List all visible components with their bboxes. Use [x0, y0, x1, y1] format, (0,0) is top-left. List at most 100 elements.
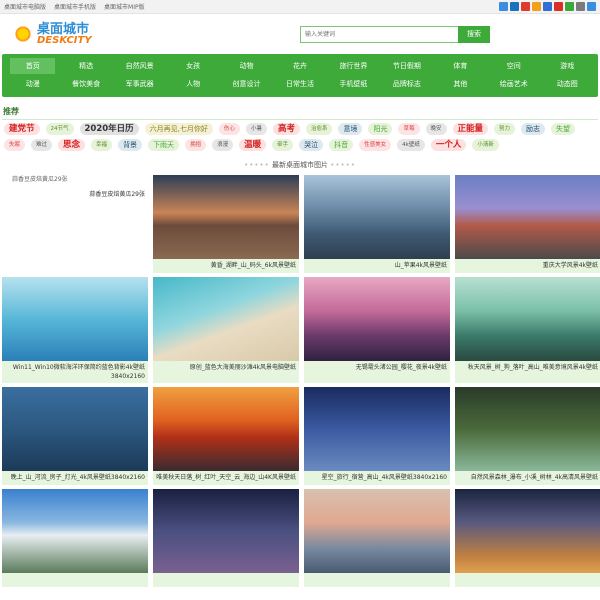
- recommend-tag[interactable]: 高考: [272, 123, 300, 135]
- recommend-tag[interactable]: 建党节: [4, 123, 40, 135]
- wallpaper-thumbnail[interactable]: [304, 175, 450, 259]
- recommend-tag[interactable]: 励志: [521, 123, 546, 135]
- wallpaper-card[interactable]: 自然风景森林_瀑布_小溪_树林_4k高清风景壁纸: [455, 387, 600, 485]
- wallpaper-thumbnail[interactable]: [2, 277, 148, 361]
- recommend-tag[interactable]: 幸福: [91, 139, 113, 151]
- share-icon[interactable]: [543, 2, 552, 11]
- nav-item[interactable]: 精选: [59, 58, 112, 74]
- nav-item[interactable]: 空间: [487, 58, 540, 74]
- wallpaper-thumbnail[interactable]: [455, 489, 600, 573]
- wallpaper-card[interactable]: 无锡鼋头渚公园_樱花_夜景4k壁纸: [304, 277, 450, 383]
- wallpaper-thumbnail[interactable]: [2, 387, 148, 471]
- recommend-tag[interactable]: 晚安: [425, 123, 447, 135]
- recommend-tag[interactable]: 六月再见,七月你好: [144, 123, 213, 135]
- wallpaper-card[interactable]: 蒜香豆皮焙黄瓜29张 蒜香豆皮焙黄瓜29张: [2, 175, 148, 273]
- share-icon[interactable]: [576, 2, 585, 11]
- wallpaper-thumbnail[interactable]: [153, 387, 299, 471]
- recommend-tag[interactable]: 失眠: [4, 139, 26, 151]
- nav-item[interactable]: 人物: [166, 76, 219, 92]
- recommend-tag[interactable]: 伤心: [218, 123, 240, 135]
- wallpaper-thumbnail[interactable]: [2, 489, 148, 573]
- wallpaper-card[interactable]: 唯美秋天日落_树_红叶_天空_云_海边_山4K风景壁纸: [153, 387, 299, 485]
- wallpaper-card[interactable]: 秋天风景_树_狗_落叶_高山_唯美意境风景4k壁纸: [455, 277, 600, 383]
- nav-item[interactable]: 体育: [434, 58, 487, 74]
- recommend-tag[interactable]: 背景: [118, 139, 143, 151]
- wallpaper-caption[interactable]: [304, 573, 450, 587]
- recommend-tag[interactable]: 哭泣: [299, 139, 324, 151]
- wallpaper-caption[interactable]: [2, 573, 148, 587]
- wallpaper-thumbnail[interactable]: [455, 175, 600, 259]
- wallpaper-card[interactable]: [153, 489, 299, 587]
- wallpaper-thumbnail[interactable]: [304, 387, 450, 471]
- wallpaper-caption[interactable]: 山_苹果4k风景壁纸: [304, 259, 450, 273]
- recommend-tag[interactable]: 正能量: [452, 123, 489, 135]
- nav-item[interactable]: 女孩: [166, 58, 219, 74]
- recommend-tag[interactable]: 牵手: [272, 139, 294, 151]
- recommend-tag[interactable]: 性感美女: [359, 139, 392, 151]
- recommend-tag[interactable]: 难过: [31, 139, 53, 151]
- wallpaper-thumbnail[interactable]: [304, 277, 450, 361]
- nav-item[interactable]: 手机壁纸: [327, 76, 380, 92]
- search-button[interactable]: 搜索: [458, 25, 490, 43]
- nav-item[interactable]: 绘画艺术: [487, 76, 540, 92]
- wallpaper-caption[interactable]: 星空_旅行_宿营_高山_4k风景壁纸3840x2160: [304, 471, 450, 485]
- share-icon[interactable]: [510, 2, 519, 11]
- wallpaper-caption[interactable]: 无锡鼋头渚公园_樱花_夜景4k壁纸: [304, 361, 450, 375]
- wallpaper-card[interactable]: [2, 489, 148, 587]
- wallpaper-caption[interactable]: [153, 573, 299, 587]
- nav-item[interactable]: 花卉: [273, 58, 326, 74]
- wallpaper-card[interactable]: [304, 489, 450, 587]
- recommend-tag[interactable]: 温暖: [239, 139, 267, 151]
- recommend-tag[interactable]: 努力: [494, 123, 516, 135]
- recommend-tag[interactable]: 抖音: [329, 139, 354, 151]
- recommend-tag[interactable]: 24节气: [45, 123, 74, 135]
- nav-item[interactable]: 游戏: [541, 58, 594, 74]
- nav-item[interactable]: 节日假期: [380, 58, 433, 74]
- recommend-tag[interactable]: 浪漫: [212, 139, 234, 151]
- recommend-tag[interactable]: 治愈系: [305, 123, 333, 135]
- nav-item[interactable]: 其他: [434, 76, 487, 92]
- nav-item[interactable]: 军事武器: [113, 76, 166, 92]
- nav-item[interactable]: 动漫: [6, 76, 59, 92]
- nav-item[interactable]: 自然风景: [113, 58, 166, 74]
- share-icon[interactable]: [521, 2, 530, 11]
- broken-image[interactable]: 蒜香豆皮焙黄瓜29张: [2, 175, 148, 188]
- wallpaper-caption[interactable]: 唯美秋天日落_树_红叶_天空_云_海边_山4K风景壁纸: [153, 471, 299, 485]
- recommend-tag[interactable]: 拥抱: [185, 139, 207, 151]
- recommend-tag[interactable]: 阳光: [368, 123, 393, 135]
- wallpaper-thumbnail[interactable]: [304, 489, 450, 573]
- nav-item[interactable]: 动态图: [541, 76, 594, 92]
- recommend-tag[interactable]: 意境: [338, 123, 363, 135]
- wallpaper-card[interactable]: 星空_旅行_宿营_高山_4k风景壁纸3840x2160: [304, 387, 450, 485]
- search-input[interactable]: [300, 25, 458, 43]
- wallpaper-card[interactable]: 原创_蓝色大海美丽沙滩4k风景电脑壁纸: [153, 277, 299, 383]
- share-icon[interactable]: [587, 2, 596, 11]
- link-mobile-version[interactable]: 桌面城市手机版: [54, 2, 96, 11]
- share-icon[interactable]: [532, 2, 541, 11]
- wallpaper-thumbnail[interactable]: [153, 277, 299, 361]
- recommend-tag[interactable]: 思念: [58, 139, 86, 151]
- nav-item[interactable]: 动物: [220, 58, 273, 74]
- share-icon[interactable]: [499, 2, 508, 11]
- wallpaper-caption[interactable]: Win11_Win10微软海洋环保简约蓝色背影4k壁纸3840x2160: [2, 361, 148, 383]
- wallpaper-caption[interactable]: 重庆大学风景4k壁纸: [455, 259, 600, 273]
- share-icon[interactable]: [554, 2, 563, 11]
- wallpaper-card[interactable]: [455, 489, 600, 587]
- wallpaper-card[interactable]: 重庆大学风景4k壁纸: [455, 175, 600, 273]
- wallpaper-caption[interactable]: 秋天风景_树_狗_落叶_高山_唯美意境风景4k壁纸: [455, 361, 600, 375]
- nav-item[interactable]: 餐饮美食: [59, 76, 112, 92]
- nav-item[interactable]: 品牌标志: [380, 76, 433, 92]
- wallpaper-caption[interactable]: 自然风景森林_瀑布_小溪_树林_4k高清风景壁纸: [455, 471, 600, 485]
- recommend-tag[interactable]: 小暑: [245, 123, 267, 135]
- site-logo[interactable]: 桌面城市 DESKCITY: [12, 23, 92, 46]
- nav-item[interactable]: 创意设计: [220, 76, 273, 92]
- recommend-tag[interactable]: 草莓: [398, 123, 420, 135]
- nav-item[interactable]: 日常生活: [273, 76, 326, 92]
- recommend-tag[interactable]: 小清新: [472, 139, 499, 151]
- wallpaper-caption[interactable]: 蒜香豆皮焙黄瓜29张: [2, 188, 148, 202]
- wallpaper-caption[interactable]: 晚上_山_河流_房子_灯光_4k风景壁纸3840x2160: [2, 471, 148, 485]
- link-pc-version[interactable]: 桌面城市电脑版: [4, 2, 46, 11]
- recommend-tag[interactable]: 一个人: [430, 139, 467, 151]
- wallpaper-card[interactable]: 山_苹果4k风景壁纸: [304, 175, 450, 273]
- wallpaper-thumbnail[interactable]: [153, 175, 299, 259]
